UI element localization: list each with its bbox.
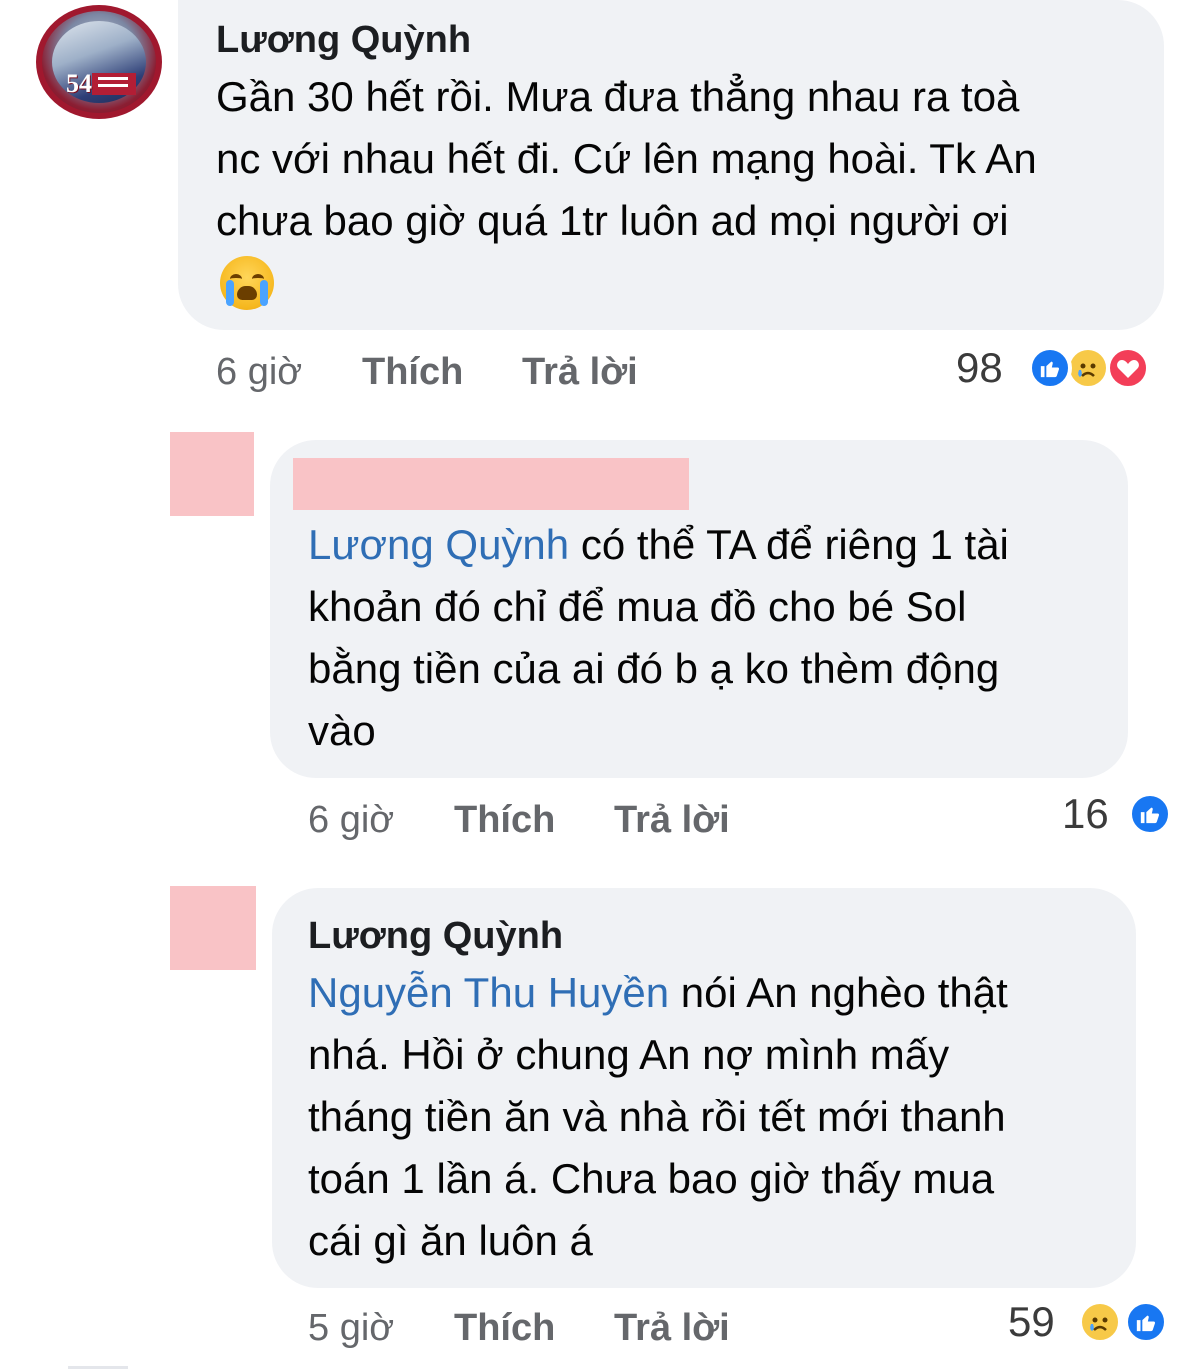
reply-button[interactable]: Trả lời bbox=[614, 1306, 730, 1350]
comment-time[interactable]: 6 giờ bbox=[308, 798, 394, 842]
comment-line-rest: có thể TA để riêng 1 tài bbox=[569, 521, 1009, 568]
comment-line: Gần 30 hết rồi. Mưa đưa thẳng nhau ra to… bbox=[216, 73, 1020, 120]
comment-line: nc với nhau hết đi. Cứ lên mạng hoài. Tk… bbox=[216, 135, 1037, 182]
avatar-banner-line bbox=[98, 77, 128, 80]
love-icon bbox=[1106, 346, 1150, 390]
comment-author[interactable]: Lương Quỳnh bbox=[308, 914, 563, 958]
comment-line: toán 1 lần á. Chưa bao giờ thấy mua bbox=[308, 1155, 995, 1202]
comment-line: cái gì ăn luôn á bbox=[308, 1217, 593, 1264]
sad-icon bbox=[1078, 1300, 1122, 1344]
mention-link[interactable]: Lương Quỳnh bbox=[308, 521, 569, 568]
comment-line: nhá. Hồi ở chung An nợ mình mấy bbox=[308, 1031, 950, 1078]
comment-line: khoản đó chỉ để mua đồ cho bé Sol bbox=[308, 583, 967, 630]
comment-line: chưa bao giờ quá 1tr luôn ad mọi người ơ… bbox=[216, 197, 1009, 244]
comment-text: Nguyễn Thu Huyền nói An nghèo thật nhá. … bbox=[308, 962, 1118, 1272]
redacted-avatar[interactable] bbox=[170, 432, 254, 516]
comment-line: vào bbox=[308, 707, 376, 754]
reply-button[interactable]: Trả lời bbox=[522, 350, 638, 394]
like-icon bbox=[1124, 1300, 1168, 1344]
comment-author[interactable]: Lương Quỳnh bbox=[216, 18, 471, 62]
comment-line: tháng tiền ăn và nhà rồi tết mới thanh bbox=[308, 1093, 1006, 1140]
redacted-avatar[interactable] bbox=[170, 886, 256, 970]
reply-button[interactable]: Trả lời bbox=[614, 798, 730, 842]
avatar-banner-line bbox=[98, 84, 128, 87]
mention-link[interactable]: Nguyễn Thu Huyền bbox=[308, 969, 669, 1016]
avatar[interactable]: 54 bbox=[36, 5, 162, 119]
like-icon bbox=[1028, 346, 1072, 390]
crying-emoji-icon bbox=[220, 256, 274, 310]
reaction-count[interactable]: 59 bbox=[1008, 1298, 1055, 1346]
comment-time[interactable]: 6 giờ bbox=[216, 350, 302, 394]
sad-icon bbox=[1066, 346, 1110, 390]
like-icon bbox=[1128, 792, 1172, 836]
comment-text: Gần 30 hết rồi. Mưa đưa thẳng nhau ra to… bbox=[216, 66, 1146, 252]
like-button[interactable]: Thích bbox=[454, 1306, 555, 1350]
comment-text: Lương Quỳnh có thể TA để riêng 1 tài kho… bbox=[308, 514, 1108, 762]
redacted-author[interactable] bbox=[293, 458, 689, 510]
reaction-count[interactable]: 16 bbox=[1062, 790, 1109, 838]
like-button[interactable]: Thích bbox=[362, 350, 463, 394]
avatar-number: 54 bbox=[66, 69, 92, 98]
comment-line: Nguyễn Thu Huyền nói An nghèo thật bbox=[308, 962, 1118, 1024]
comment-line: Lương Quỳnh có thể TA để riêng 1 tài bbox=[308, 514, 1108, 576]
comment-line: bằng tiền của ai đó b ạ ko thèm động bbox=[308, 645, 1000, 692]
like-button[interactable]: Thích bbox=[454, 798, 555, 842]
comment-line-rest: nói An nghèo thật bbox=[669, 969, 1008, 1016]
reaction-count[interactable]: 98 bbox=[956, 344, 1003, 392]
comment-time[interactable]: 5 giờ bbox=[308, 1306, 394, 1350]
